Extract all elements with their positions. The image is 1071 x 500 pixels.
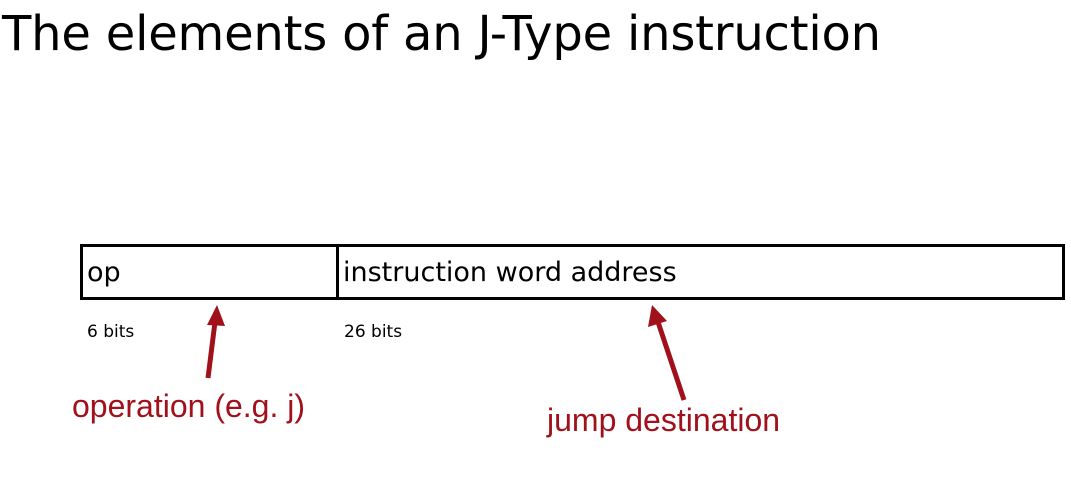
- j-type-format-box: op instruction word address: [80, 244, 1065, 300]
- op-bit-width: 6 bits: [87, 322, 135, 342]
- op-annotation-arrow: [205, 305, 225, 379]
- address-annotation-arrow: [648, 305, 687, 401]
- slide-title: The elements of an J-Type instruction: [2, 6, 881, 62]
- address-bit-width: 26 bits: [344, 322, 403, 342]
- op-field: op: [83, 247, 339, 297]
- address-field: instruction word address: [343, 256, 677, 288]
- address-annotation-label: jump destination: [547, 402, 781, 438]
- op-annotation-label: operation (e.g. j): [72, 388, 306, 424]
